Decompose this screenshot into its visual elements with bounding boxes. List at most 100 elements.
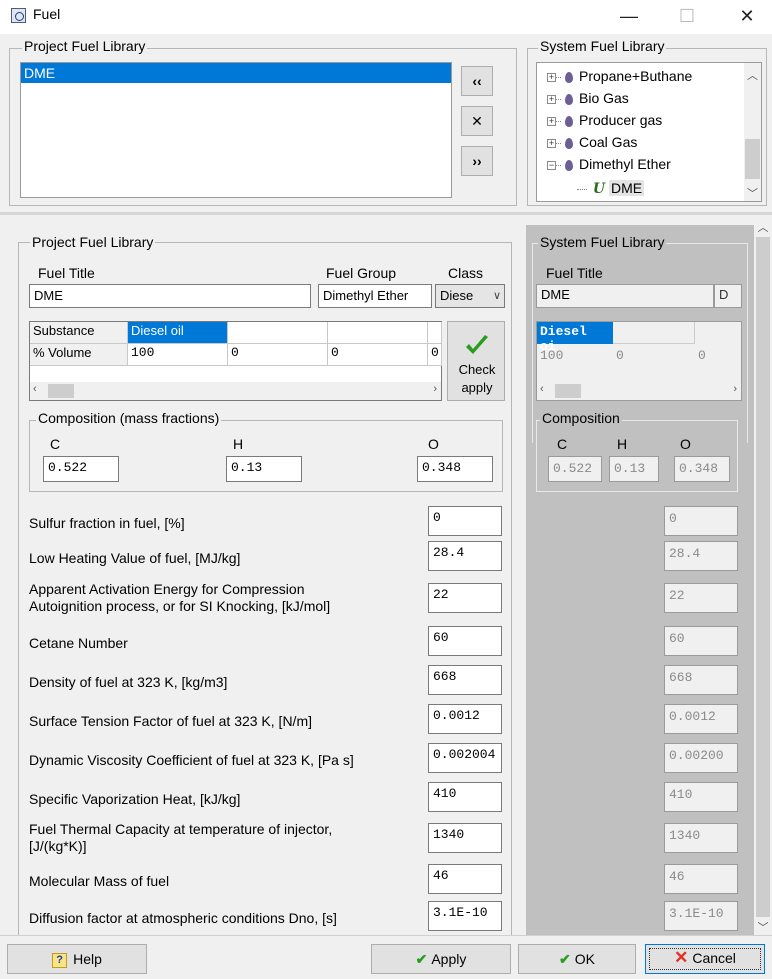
property-input[interactable]: 3.1E-10	[428, 901, 502, 931]
comp-o-label: O	[428, 436, 439, 452]
collapse-icon[interactable]: −	[547, 160, 556, 170]
sys-grid-substance: Diesel oi	[537, 322, 613, 354]
window-title: Fuel	[33, 6, 61, 22]
property-input[interactable]: 0	[428, 506, 502, 536]
property-label: Density of fuel at 323 K, [kg/m3]	[29, 674, 228, 690]
fuel-title-input[interactable]: DME	[29, 284, 311, 308]
grid-cell-substance[interactable]	[428, 322, 442, 344]
cancel-button[interactable]: ✕ Cancel	[645, 944, 765, 974]
sys-property-field: 1340	[664, 823, 738, 853]
scroll-left-icon[interactable]: ‹	[33, 383, 37, 395]
property-input[interactable]: 0.002004	[428, 743, 502, 773]
apply-button[interactable]: ✔ Apply	[371, 944, 511, 974]
grid-cell-volume[interactable]: 0	[428, 344, 442, 366]
sys-property-field: 46	[664, 864, 738, 894]
tree-item[interactable]: + Coal Gas	[547, 131, 637, 153]
comp-o-input[interactable]: 0.348	[417, 456, 493, 482]
grid-hscrollbar[interactable]: ‹ ›	[30, 382, 441, 400]
title-bar: Fuel — ☐ ✕	[0, 0, 772, 34]
property-input[interactable]: 668	[428, 665, 502, 695]
grid-cell-volume[interactable]: 0	[228, 344, 328, 366]
comp-c-input[interactable]: 0.522	[43, 456, 119, 482]
form-vscrollbar[interactable]: ︿ ﹀	[754, 215, 772, 935]
substance-grid[interactable]: Substance % Volume Diesel oil 100 0 0 0 …	[29, 321, 442, 401]
expand-icon[interactable]: +	[547, 138, 556, 148]
chevron-down-icon: ∨	[492, 290, 501, 302]
scroll-thumb[interactable]	[48, 384, 74, 398]
comp-h-input[interactable]: 0.13	[226, 456, 302, 482]
minimize-button[interactable]: —	[606, 2, 652, 30]
tree-item[interactable]: + Propane+Buthane	[547, 65, 692, 87]
cancel-x-icon: ✕	[674, 948, 689, 967]
grid-cell-substance[interactable]	[328, 322, 428, 344]
check-apply-button[interactable]: Check apply	[447, 321, 505, 401]
apply-label: Apply	[431, 951, 467, 967]
grid-row-header: Substance	[30, 322, 128, 344]
help-label: Help	[73, 951, 102, 967]
help-button[interactable]: ? Help	[7, 944, 147, 974]
tree-item[interactable]: + Producer gas	[547, 109, 662, 131]
property-input[interactable]: 410	[428, 782, 502, 812]
property-input[interactable]: 22	[428, 583, 502, 613]
tree-scrollbar[interactable]: ︿ ﹀	[744, 63, 761, 201]
property-input[interactable]: 1340	[428, 823, 502, 853]
grid-cell-substance[interactable]	[228, 322, 328, 344]
class-label: Class	[448, 265, 484, 281]
grid-cell-volume[interactable]: 0	[328, 344, 428, 366]
remove-button[interactable]: ✕	[461, 106, 493, 136]
tree-connector	[556, 120, 561, 122]
property-input[interactable]: 46	[428, 864, 502, 894]
scroll-thumb[interactable]	[745, 139, 760, 179]
tree-connector	[556, 76, 561, 78]
expand-icon[interactable]: +	[547, 72, 556, 82]
scroll-right-icon: ›	[733, 383, 737, 395]
project-detail-group-label: Project Fuel Library	[30, 234, 156, 250]
tree-item-label: Coal Gas	[579, 134, 638, 150]
transfer-left-button[interactable]: ‹‹	[461, 66, 493, 96]
sys-comp-o-label: O	[680, 436, 691, 452]
property-input[interactable]: 28.4	[428, 541, 502, 571]
property-label: Apparent Activation Energy for Compressi…	[29, 581, 331, 614]
fuel-group-label: Fuel Group	[326, 265, 397, 281]
list-item[interactable]: DME	[21, 63, 451, 83]
close-button[interactable]: ✕	[724, 2, 770, 30]
project-fuel-list[interactable]: DME	[20, 62, 452, 198]
sys-property-field: 0	[664, 506, 738, 536]
grid-row-header: % Volume	[30, 344, 128, 366]
scroll-right-icon[interactable]: ›	[433, 383, 437, 395]
property-label: Cetane Number	[29, 635, 128, 651]
composition-group-label: Composition (mass fractions)	[36, 410, 222, 426]
user-fuel-icon: U	[592, 181, 606, 197]
scroll-down-icon[interactable]: ﹀	[754, 919, 772, 935]
property-input[interactable]: 0.0012	[428, 704, 502, 734]
project-fuel-panel: Project Fuel Library Fuel Title DME Fuel…	[0, 215, 520, 942]
expand-icon[interactable]: +	[547, 116, 556, 126]
sys-fuel-title-label: Fuel Title	[546, 265, 603, 281]
property-label: Surface Tension Factor of fuel at 323 K,…	[29, 713, 312, 729]
property-input[interactable]: 60	[428, 626, 502, 656]
top-panel: Project Fuel Library DME ‹‹ ✕ ›› System …	[0, 34, 772, 212]
scroll-thumb[interactable]	[756, 237, 770, 917]
tree-item-label: DME	[609, 180, 645, 196]
check-apply-label-1: Check	[458, 362, 496, 377]
class-select[interactable]: Diese ∨	[435, 284, 505, 308]
scroll-up-icon[interactable]: ︿	[754, 219, 772, 235]
sys-property-field: 0.0012	[664, 704, 738, 734]
transfer-right-button[interactable]: ››	[461, 146, 493, 176]
scroll-down-icon[interactable]: ﹀	[744, 185, 761, 201]
tree-item[interactable]: − Dimethyl Ether	[547, 153, 671, 175]
grid-cell-substance[interactable]: Diesel oil	[128, 322, 228, 344]
check-apply-label-2: apply	[461, 380, 493, 395]
fuel-group-input[interactable]: Dimethyl Ether	[318, 284, 432, 308]
ok-button[interactable]: ✔ OK	[518, 944, 636, 974]
scroll-up-icon[interactable]: ︿	[744, 67, 761, 83]
tree-item-dme[interactable]: U DME	[577, 177, 645, 199]
system-fuel-tree[interactable]: + Propane+Buthane + Bio Gas + Producer gas + Co…	[536, 62, 762, 202]
maximize-button[interactable]: ☐	[664, 2, 710, 30]
expand-icon[interactable]: +	[547, 94, 556, 104]
tree-item[interactable]: + Bio Gas	[547, 87, 629, 109]
sys-property-field: 28.4	[664, 541, 738, 571]
tree-connector	[556, 164, 561, 166]
cancel-label: Cancel	[692, 950, 736, 966]
grid-cell-volume[interactable]: 100	[128, 344, 228, 366]
